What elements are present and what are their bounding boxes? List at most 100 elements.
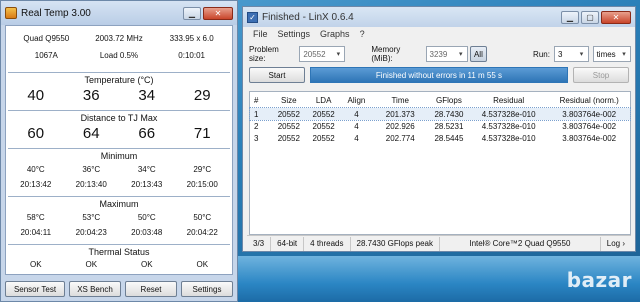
close-icon: ✕ [214, 8, 222, 18]
core-temp: 29 [193, 87, 211, 104]
core-distance: 64 [82, 125, 100, 142]
close-button[interactable]: ✕ [203, 6, 233, 20]
log-button[interactable]: Log › [601, 237, 631, 251]
max-temp: 58°C [26, 213, 45, 222]
linx-titlebar[interactable]: ✓ Finished - LinX 0.6.4 ▁ ▢ ✕ [243, 7, 635, 27]
realtemp-cpu-info: Quad Q9550 2003.72 MHz 333.95 x 6.0 1067… [6, 26, 232, 66]
temperature-label: Temperature (°C) [84, 75, 154, 85]
table-row[interactable]: 1 20552 20552 4 201.373 28.7430 4.537328… [249, 107, 631, 121]
close-button[interactable]: ✕ [601, 10, 631, 24]
realtemp-titlebar[interactable]: Real Temp 3.00 ▁ ✕ [1, 1, 237, 25]
reset-button[interactable]: Reset [125, 281, 177, 297]
cpu-model: Quad Q9550 [23, 34, 70, 43]
menu-help[interactable]: ? [360, 29, 365, 39]
realtemp-app-icon [5, 7, 17, 19]
col-align: Align [347, 95, 366, 105]
col-time: Time [391, 95, 409, 105]
cell: 201.373 [385, 109, 415, 119]
menu-file[interactable]: File [253, 29, 268, 39]
cell: 28.7430 [434, 109, 464, 119]
cell: 3.803764e-002 [562, 109, 617, 119]
uptime: 0:10:01 [178, 51, 205, 60]
cell: 20552 [312, 121, 335, 131]
core-distance: 60 [27, 125, 45, 142]
cpu-multiplier: 333.95 x 6.0 [169, 34, 214, 43]
cell: 4 [354, 109, 359, 119]
results-table: # Size LDA Align Time GFlops Residual Re… [249, 91, 631, 235]
col-residual-norm: Residual (norm.) [559, 95, 619, 105]
distance-label: Distance to TJ Max [80, 113, 158, 123]
min-time: 20:15:00 [186, 180, 218, 189]
status-peak: 28.7430 GFlops peak [351, 236, 440, 251]
memory-field[interactable]: 3239 ▾ [425, 46, 468, 62]
cpu-frequency: 2003.72 MHz [95, 34, 143, 43]
problem-size-field[interactable]: 20552 ▾ [299, 46, 346, 62]
core-temp: 36 [82, 87, 100, 104]
maximize-button[interactable]: ▢ [581, 10, 599, 24]
col-gflops: GFlops [436, 95, 462, 105]
minimize-icon: ▁ [188, 8, 196, 18]
thermal-status: OK [196, 260, 209, 269]
max-time: 20:04:23 [75, 228, 107, 237]
cell: 20552 [312, 133, 335, 143]
cell: 202.926 [385, 121, 415, 131]
cell: 20552 [312, 109, 335, 119]
cell: 3.803764e-002 [562, 133, 617, 143]
min-time: 20:13:40 [75, 180, 107, 189]
stop-button[interactable]: Stop [573, 67, 629, 83]
sensor-test-button[interactable]: Sensor Test [5, 281, 65, 297]
thermal-status-label: Thermal Status [88, 247, 150, 257]
run-unit-select[interactable]: times ▾ [592, 46, 631, 62]
start-button[interactable]: Start [249, 67, 305, 83]
table-row[interactable]: 3 20552 20552 4 202.774 28.5445 4.537328… [250, 132, 630, 144]
memory-label: Memory (MiB): [371, 45, 401, 63]
cpu-load: Load 0.5% [99, 51, 139, 60]
col-residual: Residual [493, 95, 525, 105]
cell: 3 [254, 133, 259, 143]
run-count-field[interactable]: 3 ▾ [553, 46, 589, 62]
max-temp: 50°C [193, 213, 212, 222]
cpu-vid: 1067A [34, 51, 58, 60]
core-temp: 34 [138, 87, 156, 104]
cell: 4 [354, 121, 359, 131]
minimize-button[interactable]: ▁ [561, 10, 579, 24]
minimize-button[interactable]: ▁ [183, 6, 201, 20]
progress-bar: Finished without errors in 11 m 55 s [310, 67, 568, 83]
cell: 4.537328e-010 [481, 109, 536, 119]
cell: 20552 [277, 133, 300, 143]
linx-title: Finished - LinX 0.6.4 [262, 11, 354, 23]
minimum-section: Minimum 40°C 36°C 34°C 29°C 20:13:42 20:… [8, 148, 230, 189]
temperature-section: Temperature (°C) 40 36 34 29 [8, 72, 230, 104]
min-time: 20:13:42 [20, 180, 52, 189]
core-distance: 66 [138, 125, 156, 142]
problem-size-value: 20552 [303, 49, 326, 59]
chevron-down-icon: ▾ [622, 51, 626, 58]
max-time: 20:04:11 [20, 228, 52, 237]
chevron-down-icon: ▾ [579, 51, 584, 58]
cell: 1 [254, 109, 259, 119]
linx-menubar: File Settings Graphs ? [243, 27, 635, 41]
menu-settings[interactable]: Settings [278, 29, 311, 39]
memory-value: 3239 [429, 49, 448, 59]
run-label: Run: [533, 49, 550, 59]
realtemp-title: Real Temp 3.00 [21, 7, 91, 19]
max-temp: 50°C [137, 213, 156, 222]
table-header: # Size LDA Align Time GFlops Residual Re… [250, 92, 630, 108]
realtemp-button-bar: Sensor Test XS Bench Reset Settings [5, 281, 233, 297]
cell: 4.537328e-010 [481, 133, 536, 143]
menu-graphs[interactable]: Graphs [320, 29, 350, 39]
all-memory-button[interactable]: All [469, 46, 488, 62]
status-bits: 64-bit [271, 236, 305, 251]
run-count-value: 3 [557, 49, 563, 59]
progress-text: Finished without errors in 11 m 55 s [375, 71, 503, 80]
thermal-status: OK [85, 260, 98, 269]
settings-button[interactable]: Settings [181, 281, 233, 297]
maximum-label: Maximum [99, 199, 139, 209]
xs-bench-button[interactable]: XS Bench [69, 281, 121, 297]
status-cpu: Intel® Core™2 Quad Q9550 [440, 236, 601, 251]
col-index: # [254, 95, 259, 105]
table-row[interactable]: 2 20552 20552 4 202.926 28.5231 4.537328… [250, 120, 630, 132]
chevron-down-icon: ▾ [336, 51, 341, 58]
status-progress: 3/3 [247, 236, 272, 251]
max-temp: 53°C [82, 213, 101, 222]
